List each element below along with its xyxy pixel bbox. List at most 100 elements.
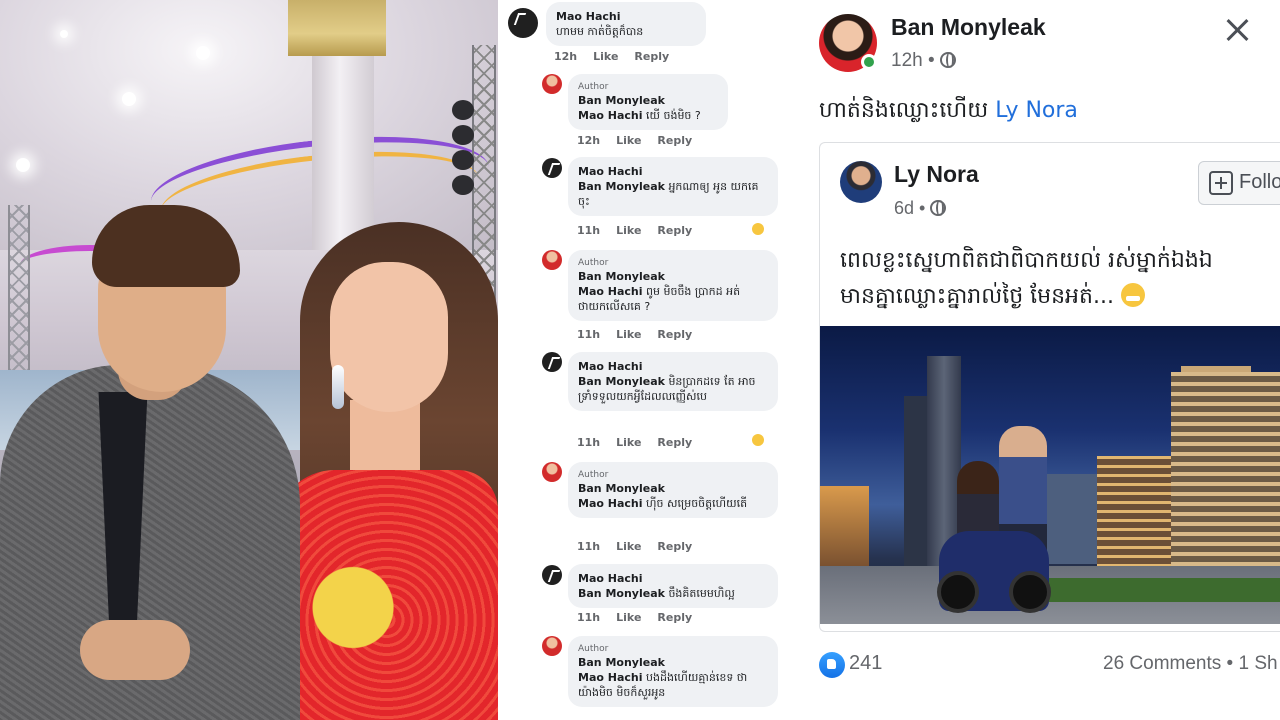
commenter-avatar[interactable] [542,158,562,178]
globe-icon [930,200,947,216]
comment-time: 11h [577,611,601,624]
commenter-name[interactable]: Ban Monyleak [578,93,718,108]
grin-emoji-icon [1120,283,1145,307]
building [820,486,869,566]
lawn [1039,578,1280,602]
comment-bubble: Author Ban Monyleak Mao Hachi ពូម មិចចឹង… [568,250,778,321]
reply-link[interactable]: Reply [634,50,669,63]
earring [332,365,344,409]
reply-link[interactable]: Reply [657,540,692,553]
like-link[interactable]: Like [593,50,618,63]
commenter-avatar[interactable] [508,8,538,38]
reply-link[interactable]: Reply [657,134,692,147]
comments-shares-count[interactable]: 26 Comments • 1 Sh [1103,653,1278,675]
woman-red-dress [275,470,498,720]
reply-link[interactable]: Reply [657,611,692,624]
close-icon[interactable] [1219,12,1255,48]
author-avatar[interactable] [542,636,562,656]
follow-button[interactable]: Follow [1198,161,1280,205]
comment-bubble: Mao Hachi Ban Monyleak ចឹងគិតមេមហិល្អ [568,564,778,608]
sad-emoji-icon [752,434,764,446]
commenter-name[interactable]: Mao Hachi [556,9,696,24]
shared-text-line-2: មានគ្នាឈ្លោះគ្នារាល់ថ្ងៃ មែនអត់... [840,279,1280,315]
reply-link[interactable]: Reply [657,328,692,341]
author-badge: Author [578,82,609,92]
comment-time: 11h [577,224,601,237]
author-avatar[interactable] [542,250,562,270]
author-badge: Author [578,644,609,654]
tagged-user[interactable]: Ly Nora [995,98,1078,123]
comment-actions: 11h Like Reply [577,328,708,341]
comment-text: ចឹងគិតមេមហិល្អ [668,587,735,600]
like-link[interactable]: Like [616,540,641,553]
shared-author-name[interactable]: Ly Nora [894,161,979,188]
like-count[interactable]: 241 [849,652,882,675]
comment-reaction[interactable] [752,433,764,446]
author-avatar[interactable] [542,462,562,482]
sad-emoji-icon [752,223,764,235]
post-time-text: 12h [891,50,923,71]
comment-mention[interactable]: Ban Monyleak [578,375,665,388]
comment-actions: 11h Like Reply [577,611,708,624]
commenter-avatar[interactable] [542,352,562,372]
comment-actions: 12h Like Reply [554,50,685,63]
ceiling-light [60,30,68,38]
like-link[interactable]: Like [616,224,641,237]
separator-dot: • [927,50,935,71]
ceiling-light [196,46,210,60]
like-link[interactable]: Like [616,436,641,449]
like-link[interactable]: Like [616,611,641,624]
pillar-capital [288,0,386,56]
reply-link[interactable]: Reply [657,224,692,237]
like-icon[interactable] [819,652,845,678]
comment-mention[interactable]: Mao Hachi [578,671,643,684]
couple-photo [0,0,498,720]
ceiling-light [122,92,136,106]
comment-mention[interactable]: Mao Hachi [578,285,643,298]
like-link[interactable]: Like [616,134,641,147]
post-timestamp[interactable]: 12h • [891,50,956,72]
globe-icon [939,52,956,68]
building [1039,474,1099,564]
follow-icon [1209,171,1233,195]
commenter-name[interactable]: Mao Hachi [578,164,768,179]
stage-spotlight [452,175,474,195]
post-author-name[interactable]: Ban Monyleak [891,14,1046,41]
commenter-name[interactable]: Mao Hachi [578,571,768,586]
comment-mention[interactable]: Mao Hachi [578,109,643,122]
commenter-name[interactable]: Ban Monyleak [578,655,768,670]
stage-spotlight [452,100,474,120]
man-hands [80,620,190,680]
comment-time: 11h [577,540,601,553]
shared-author-avatar[interactable] [840,161,882,203]
commenter-name[interactable]: Ban Monyleak [578,481,768,496]
reply-link[interactable]: Reply [657,436,692,449]
comment-bubble: Mao Hachi Ban Monyleak អ្នកណាឲ្យ អូន យកគ… [568,157,778,216]
facebook-post: Ban Monyleak 12h • ហាត់និងឈ្លោះហើយ Ly No… [807,0,1280,720]
commenter-name[interactable]: Ban Monyleak [578,269,768,284]
author-badge: Author [578,470,609,480]
comment-mention[interactable]: Ban Monyleak [578,180,665,193]
comment-bubble: Author Ban Monyleak Mao Hachi យើ ចង់មិច … [568,74,728,130]
like-link[interactable]: Like [616,328,641,341]
comment-time: 11h [577,436,601,449]
comment-mention[interactable]: Ban Monyleak [578,587,665,600]
author-badge: Author [578,258,609,268]
commenter-name[interactable]: Mao Hachi [578,359,768,374]
comment-mention[interactable]: Mao Hachi [578,497,643,510]
shared-text-line: ពេលខ្លះស្នេហាពិតជាពិបាកយល់ រស់ម្នាក់ឯងឯ [840,248,1213,273]
comment-reaction[interactable] [752,222,764,235]
follow-label: Follow [1239,171,1280,193]
shared-text-line: មានគ្នាឈ្លោះគ្នារាល់ថ្ងៃ មែនអត់... [840,284,1114,309]
commenter-avatar[interactable] [542,565,562,585]
post-body: ហាត់និងឈ្លោះហើយ [819,98,989,123]
author-avatar[interactable] [542,74,562,94]
comment-text: យើ ចង់មិច ? [646,109,701,122]
comment-time: 12h [554,50,578,63]
night-city-photo[interactable] [820,326,1280,624]
stage-spotlight [452,150,474,170]
shared-timestamp[interactable]: 6d • [894,198,947,219]
woman-face [330,262,448,412]
shared-post[interactable]: Ly Nora 6d • Follow ពេលខ្លះស្នេហាពិតជាពិ… [819,142,1280,632]
stage-spotlight [452,125,474,145]
